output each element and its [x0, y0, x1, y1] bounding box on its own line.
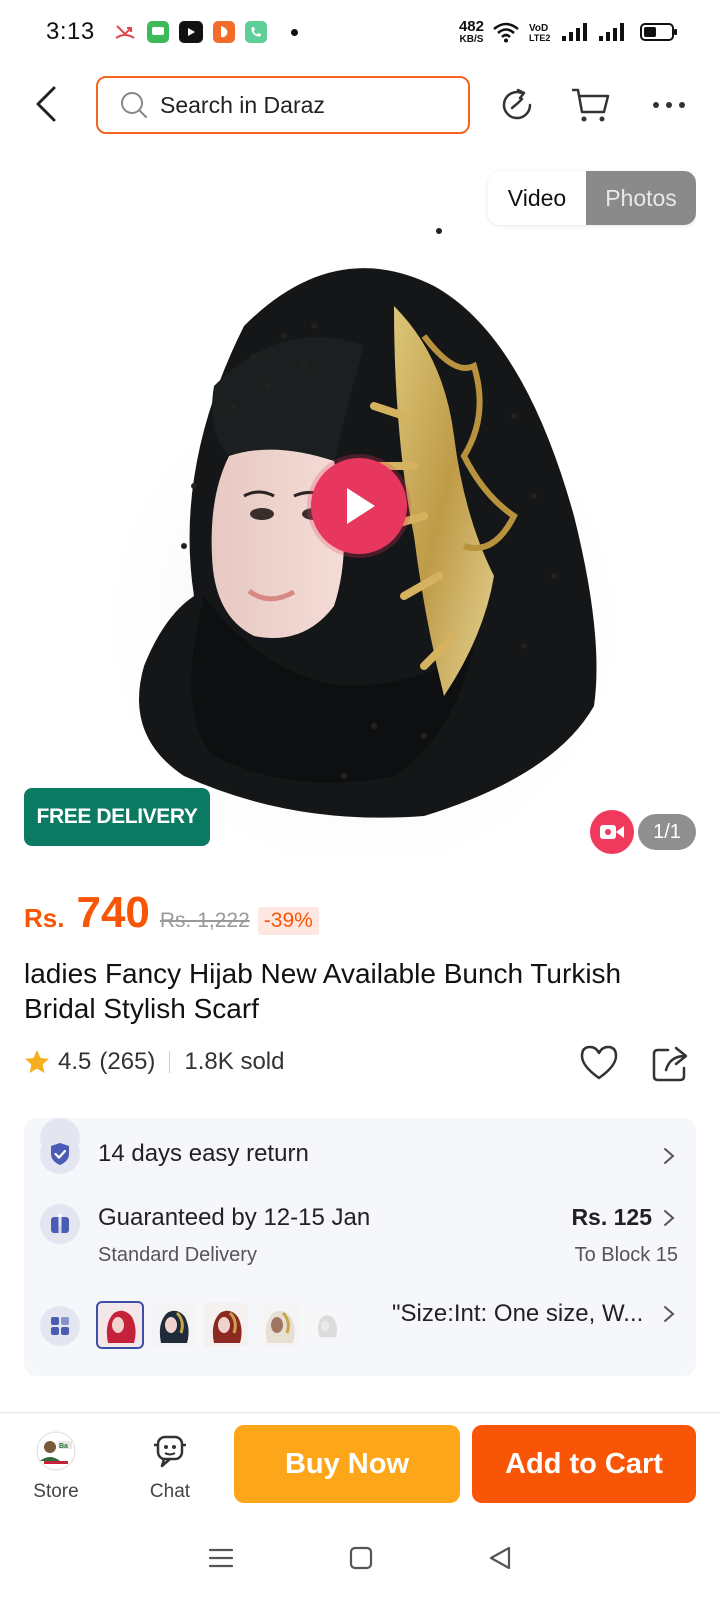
back-arrow-icon[interactable] — [30, 84, 66, 124]
top-navigation — [0, 72, 720, 136]
signal-sim2-icon — [599, 23, 624, 41]
heart-icon[interactable] — [578, 1042, 620, 1084]
more-notifications-dot — [290, 28, 298, 36]
store-label: Store — [33, 1481, 79, 1502]
chat-label: Chat — [149, 1481, 191, 1502]
phone-app-icon — [244, 21, 267, 43]
variant-thumbnails — [96, 1301, 340, 1349]
status-time: 3:13 — [46, 18, 95, 45]
price-row: Rs. 740 Rs. 1,222 -39% — [24, 888, 319, 938]
bottom-action-bar: Ba Store Chat Buy Now Add to Cart — [0, 1412, 720, 1516]
review-count: (265) — [99, 1048, 156, 1075]
variant-row[interactable]: "Size:Int: One size, W... — [24, 1290, 696, 1368]
play-icon — [347, 488, 375, 524]
store-button[interactable]: Ba Store — [16, 1431, 96, 1503]
variant-thumb-navy[interactable] — [151, 1303, 195, 1347]
star-icon — [25, 1050, 49, 1073]
tab-video[interactable]: Video — [488, 171, 586, 225]
chevron-right-icon — [664, 1306, 675, 1322]
youtube-app-icon — [178, 21, 203, 43]
discount-badge: -39% — [257, 907, 319, 935]
delivery-location: To Block 15 — [574, 1244, 678, 1266]
play-video-button[interactable] — [311, 458, 407, 554]
store-avatar-icon: Ba — [36, 1431, 76, 1471]
search-input[interactable] — [160, 91, 440, 119]
notification-icons — [113, 20, 298, 44]
network-speed-unit: KB/S — [459, 34, 484, 45]
variants-grid-icon — [40, 1306, 80, 1346]
product-gallery[interactable]: Video Photos FREE DELIVERY 1/1 — [24, 156, 696, 868]
delivery-guarantee-text: Guaranteed by 12-15 Jan — [98, 1204, 371, 1231]
status-indicators: 482 KB/S VoD LTE2 — [459, 19, 677, 45]
rating-row[interactable]: 4.5 (265) 1.8K sold — [24, 1048, 284, 1076]
home-icon[interactable] — [348, 1545, 374, 1571]
add-to-cart-button[interactable]: Add to Cart — [472, 1425, 696, 1503]
variant-thumb-red[interactable] — [96, 1301, 144, 1349]
system-navigation-bar — [0, 1516, 720, 1600]
sold-count: 1.8K sold — [184, 1048, 285, 1075]
battery-icon — [640, 23, 677, 41]
delivery-row[interactable]: Guaranteed by 12-15 Jan Standard Deliver… — [24, 1192, 696, 1282]
divider — [169, 1051, 171, 1073]
delivery-fee: Rs. 125 — [571, 1204, 652, 1230]
buy-now-button[interactable]: Buy Now — [234, 1425, 460, 1503]
daraz-app-icon — [212, 21, 235, 43]
variant-thumb-maroon[interactable] — [204, 1303, 248, 1347]
original-price: Rs. 1,222 — [159, 909, 250, 932]
tab-photos[interactable]: Photos — [586, 171, 696, 225]
returns-text: 14 days easy return — [98, 1140, 309, 1167]
shield-check-icon — [40, 1134, 80, 1174]
variant-selection-text: "Size:Int: One size, W... — [392, 1300, 644, 1327]
search-bar[interactable] — [96, 76, 470, 134]
chevron-right-icon — [664, 1210, 675, 1226]
search-icon — [121, 92, 147, 118]
gallery-counter: 1/1 — [638, 814, 696, 850]
network-speed-value: 482 — [458, 18, 484, 35]
free-delivery-badge: FREE DELIVERY — [24, 788, 210, 846]
network-speed: 482 KB/S — [459, 19, 484, 45]
media-toggle: Video Photos — [488, 171, 696, 225]
svg-text:Ba: Ba — [59, 1443, 68, 1450]
returns-row-wrapper[interactable]: 14 days easy return — [24, 1118, 696, 1192]
variant-thumb-cream[interactable] — [257, 1303, 301, 1347]
wifi-icon — [493, 22, 519, 43]
status-bar: 3:13 482 KB/S VoD LTE2 — [0, 0, 720, 64]
svg-text:LTE2: LTE2 — [529, 33, 550, 43]
rating-value: 4.5 — [58, 1048, 92, 1075]
history-icon[interactable] — [496, 84, 538, 126]
missed-call-icon — [115, 25, 135, 39]
cart-icon[interactable] — [570, 84, 612, 126]
price-value: 740 — [76, 888, 150, 937]
more-options-icon[interactable] — [648, 84, 690, 126]
delivery-type-text: Standard Delivery — [98, 1244, 257, 1266]
volte-icon: VoDLTE2 — [529, 23, 550, 43]
chat-icon — [154, 1435, 186, 1468]
delivery-box-icon — [40, 1204, 80, 1244]
recent-apps-icon[interactable] — [207, 1545, 235, 1571]
system-back-icon[interactable] — [487, 1545, 513, 1571]
signal-sim1-icon — [562, 23, 587, 41]
chevron-right-icon — [664, 1148, 675, 1164]
chat-button[interactable]: Chat — [130, 1431, 210, 1503]
share-icon[interactable] — [650, 1044, 690, 1084]
video-camera-icon[interactable] — [590, 810, 634, 854]
product-title: ladies Fancy Hijab New Available Bunch T… — [24, 958, 622, 1024]
messages-app-icon — [146, 21, 169, 43]
variant-thumb-white[interactable] — [310, 1303, 340, 1347]
price-currency: Rs. — [24, 903, 65, 933]
